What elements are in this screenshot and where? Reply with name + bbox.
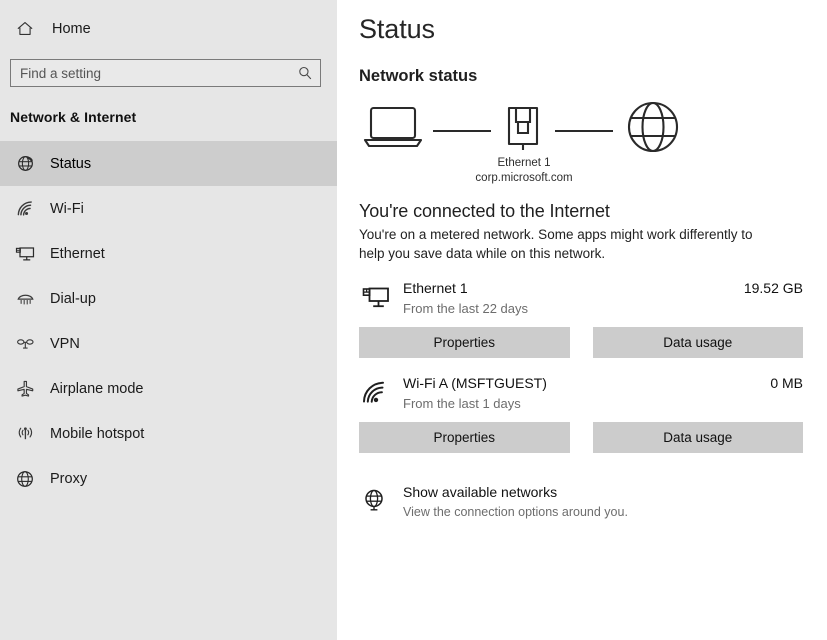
settings-window: Home Network & Internet: [0, 0, 827, 640]
button-row-ethernet: Properties Data usage: [359, 327, 803, 358]
vpn-icon: [12, 332, 38, 356]
sidebar-item-airplane-mode[interactable]: Airplane mode: [0, 366, 337, 411]
sidebar-item-dial-up[interactable]: Dial-up: [0, 276, 337, 321]
sidebar-item-label: Mobile hotspot: [50, 425, 145, 442]
connection-row-ethernet: Ethernet 1 From the last 22 days 19.52 G…: [359, 279, 803, 318]
available-networks-globe-icon: [359, 485, 389, 515]
button-row-wifi: Properties Data usage: [359, 422, 803, 453]
sidebar-item-label: Proxy: [50, 470, 88, 487]
connection-text: Wi-Fi A (MSFTGUEST) From the last 1 days: [403, 374, 770, 413]
connection-name: Wi-Fi A (MSFTGUEST): [403, 375, 547, 391]
adapter-label: Ethernet 1: [497, 157, 551, 169]
properties-button[interactable]: Properties: [359, 422, 570, 453]
sidebar-category-title: Network & Internet: [10, 109, 137, 125]
proxy-globe-icon: [12, 467, 38, 491]
show-available-networks-link[interactable]: Show available networks View the connect…: [359, 483, 803, 521]
status-globe-icon: [12, 152, 38, 176]
dial-up-icon: [12, 287, 38, 311]
sidebar-item-ethernet[interactable]: Ethernet: [0, 231, 337, 276]
wifi-icon: [359, 376, 393, 410]
mobile-hotspot-icon: [12, 422, 38, 446]
data-usage-button[interactable]: Data usage: [592, 327, 803, 358]
laptop-icon: [363, 106, 423, 148]
search-icon[interactable]: [297, 65, 313, 81]
search-box[interactable]: [10, 59, 321, 87]
sidebar-home-label: Home: [52, 21, 91, 37]
data-usage-button[interactable]: Data usage: [592, 422, 803, 453]
sidebar-item-status[interactable]: Status: [0, 141, 337, 186]
sidebar-item-label: Dial-up: [50, 290, 96, 307]
connection-subtitle: From the last 1 days: [403, 396, 521, 411]
ethernet-monitor-icon: [359, 281, 393, 315]
connection-status-title: You're connected to the Internet: [359, 201, 610, 221]
ethernet-icon: [12, 242, 38, 266]
connection-usage: 19.52 GB: [743, 280, 803, 296]
network-diagram: Ethernet 1 corp.microsoft.com: [359, 100, 689, 195]
home-icon: [14, 18, 36, 40]
connection-status-description: You're on a metered network. Some apps m…: [359, 227, 753, 261]
connection-subtitle: From the last 22 days: [403, 301, 528, 316]
footer-title: Show available networks: [403, 484, 558, 500]
sidebar-item-proxy[interactable]: Proxy: [0, 456, 337, 501]
network-diagram-graphic: [363, 101, 679, 153]
connection-text: Ethernet 1 From the last 22 days: [403, 279, 744, 318]
main-content: Status Network status Ethernet 1 corp.mi…: [337, 0, 827, 640]
footer-text: Show available networks View the connect…: [403, 483, 628, 521]
page-title: Status: [359, 14, 435, 44]
connection-row-wifi: Wi-Fi A (MSFTGUEST) From the last 1 days…: [359, 374, 803, 413]
sidebar-item-label: Status: [50, 155, 92, 172]
sidebar-item-mobile-hotspot[interactable]: Mobile hotspot: [0, 411, 337, 456]
sidebar-item-label: Wi-Fi: [50, 200, 84, 217]
diagram-labels: Ethernet 1 corp.microsoft.com: [359, 156, 689, 186]
search-input[interactable]: [11, 60, 320, 86]
sidebar-item-label: VPN: [50, 335, 80, 352]
ethernet-port-icon: [507, 106, 539, 150]
globe-icon: [627, 101, 679, 153]
network-status-heading: Network status: [359, 67, 478, 85]
properties-button[interactable]: Properties: [359, 327, 570, 358]
sidebar-item-home[interactable]: Home: [0, 12, 337, 46]
sidebar: Home Network & Internet: [0, 0, 337, 640]
connection-usage: 0 MB: [770, 375, 803, 391]
wifi-icon: [12, 197, 38, 221]
connection-name: Ethernet 1: [403, 280, 468, 296]
sidebar-item-vpn[interactable]: VPN: [0, 321, 337, 366]
sidebar-item-label: Ethernet: [50, 245, 105, 262]
footer-subtitle: View the connection options around you.: [403, 505, 628, 519]
sidebar-nav: Status Wi-Fi Ethernet Dial-up VPN Airpla…: [0, 141, 337, 501]
airplane-icon: [12, 377, 38, 401]
domain-label: corp.microsoft.com: [475, 172, 573, 184]
sidebar-item-label: Airplane mode: [50, 380, 144, 397]
sidebar-item-wi-fi[interactable]: Wi-Fi: [0, 186, 337, 231]
